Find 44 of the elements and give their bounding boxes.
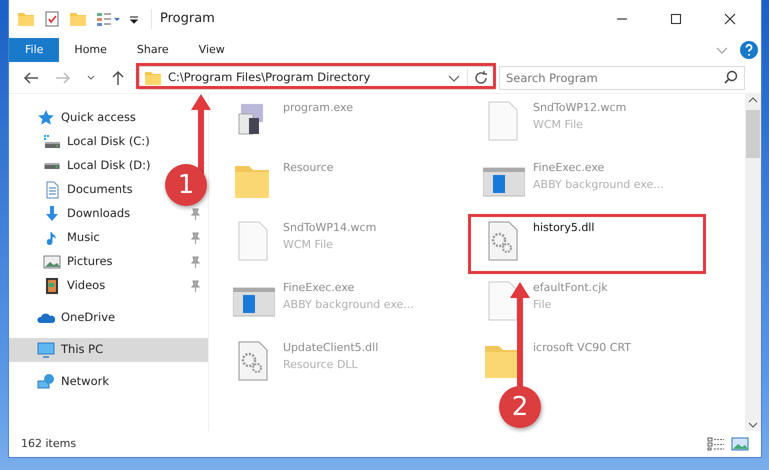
picture-icon xyxy=(43,253,61,271)
scrollbar[interactable] xyxy=(745,94,761,431)
checklist-icon[interactable] xyxy=(43,10,61,28)
sidebar-item[interactable]: Quick access xyxy=(9,106,144,130)
ribbon-tab[interactable]: Home xyxy=(59,38,122,62)
sidebar-item[interactable]: Network xyxy=(9,370,118,394)
film-icon xyxy=(43,277,61,295)
sidebar-item[interactable]: Documents xyxy=(9,178,141,202)
file-type: File xyxy=(533,296,552,312)
sidebar-item[interactable]: Local Disk (C:) xyxy=(9,130,158,154)
large-icons-view-icon[interactable] xyxy=(731,437,749,451)
properties-icon[interactable] xyxy=(95,10,121,28)
address-path: C:\Program Files\Program Directory xyxy=(168,70,370,84)
search-icon[interactable] xyxy=(723,70,739,86)
sidebar-item[interactable]: Pictures xyxy=(9,250,208,274)
file-type: ABBY background exe... xyxy=(533,176,664,192)
details-view-icon[interactable] xyxy=(707,437,725,451)
search-field[interactable]: Search Program xyxy=(499,66,745,90)
ribbon-tab[interactable]: View xyxy=(184,38,240,62)
file-type: WCM File xyxy=(283,236,334,252)
ribbon-tab[interactable]: Share xyxy=(122,38,184,62)
sidebar-item[interactable]: Local Disk (D:) xyxy=(9,154,159,178)
scroll-thumb[interactable] xyxy=(746,110,760,158)
music-note-icon xyxy=(47,230,57,246)
step-number-badge: 1 xyxy=(165,164,207,206)
help-icon[interactable] xyxy=(737,38,761,62)
file-type: Resource DLL xyxy=(283,356,359,372)
address-bar[interactable]: C:\Program Files\Program Directory xyxy=(139,66,495,90)
file-type: ABBY background exe... xyxy=(283,296,414,312)
sidebar-item[interactable]: This PC xyxy=(9,338,208,362)
down-arrow-icon xyxy=(43,205,61,223)
file-type: WCM File xyxy=(533,116,584,132)
item-count: 162 items xyxy=(21,436,76,452)
step-number-badge: 2 xyxy=(499,386,541,428)
window-title: Program xyxy=(151,9,215,29)
drive-icon xyxy=(43,162,61,170)
sidebar-item[interactable]: OneDrive xyxy=(9,306,124,330)
sidebar-item[interactable]: Videos xyxy=(9,274,208,298)
monitor-icon xyxy=(37,341,55,359)
file-name[interactable]: history5.dll xyxy=(533,220,594,236)
drive-icon xyxy=(43,133,61,151)
sidebar-item[interactable]: Music xyxy=(9,226,208,250)
network-icon xyxy=(37,373,55,391)
star-icon xyxy=(37,109,55,127)
